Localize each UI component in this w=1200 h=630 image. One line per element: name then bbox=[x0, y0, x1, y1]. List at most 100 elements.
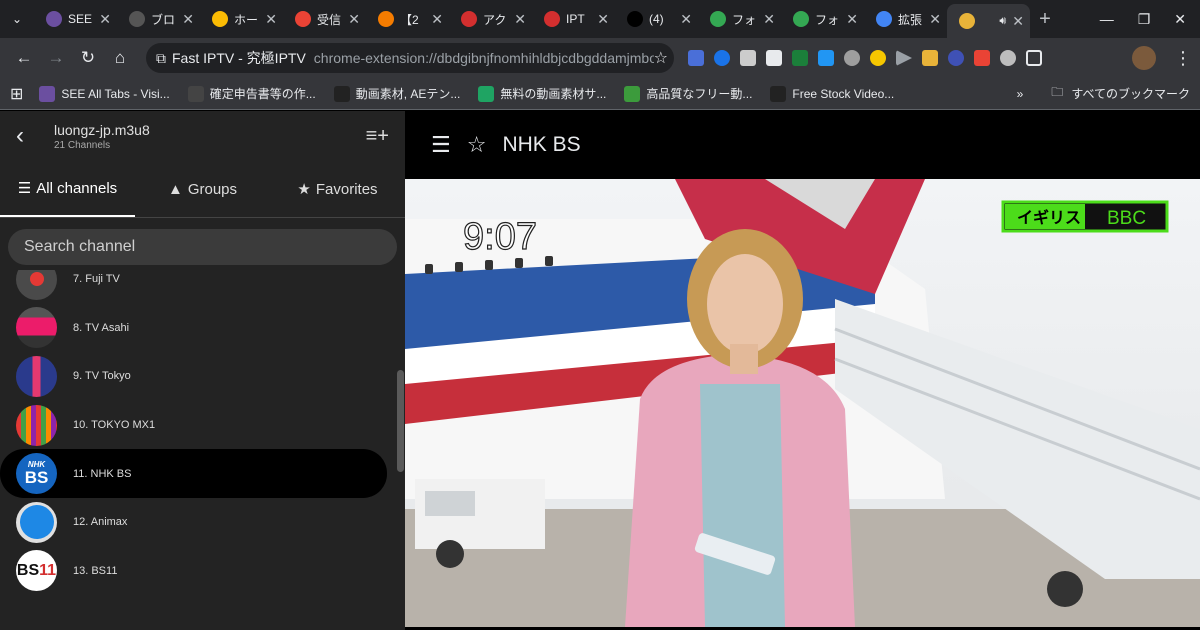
tab-all-channels[interactable]: ☰ All channels bbox=[0, 161, 135, 217]
hamburger-menu-icon[interactable]: ☰ bbox=[431, 132, 451, 158]
close-tab-icon[interactable]: ✕ bbox=[431, 11, 443, 28]
video-frame[interactable]: 9:07 イギリス BBC bbox=[405, 179, 1200, 627]
home-icon[interactable]: ⌂ bbox=[104, 48, 136, 68]
iptv-icon bbox=[959, 13, 975, 29]
channel-item[interactable]: 12. Animax bbox=[0, 498, 395, 547]
page-extension-icon[interactable] bbox=[766, 50, 782, 66]
tab-title: フォ bbox=[732, 12, 757, 27]
close-tab-icon[interactable]: ✕ bbox=[763, 11, 775, 28]
grid-extension-icon[interactable] bbox=[792, 50, 808, 66]
tokyo-mx-logo bbox=[16, 404, 57, 446]
speaker-icon[interactable]: 🔊︎ bbox=[999, 15, 1006, 28]
channel-list-scrollbar[interactable] bbox=[397, 370, 404, 472]
site-name: Fast IPTV - 究極IPTV bbox=[172, 50, 306, 66]
edit-extension-icon[interactable] bbox=[818, 50, 834, 66]
eyedropper-extension-icon[interactable] bbox=[740, 50, 756, 66]
earth-extension-icon[interactable] bbox=[948, 50, 964, 66]
browser-tab[interactable]: フォ ✕ bbox=[781, 4, 864, 34]
close-tab-icon[interactable]: ✕ bbox=[348, 11, 360, 28]
tab-title: 拡張 bbox=[898, 12, 923, 27]
tv-extension-icon[interactable] bbox=[922, 50, 938, 66]
close-tab-icon[interactable]: ✕ bbox=[680, 11, 692, 28]
close-tab-icon[interactable]: ✕ bbox=[597, 11, 609, 28]
bookmark-star-icon[interactable]: ☆ bbox=[654, 48, 668, 68]
channel-item[interactable]: 10. TOKYO MX1 bbox=[0, 401, 395, 450]
browser-tab[interactable]: 【2 ✕ bbox=[366, 4, 449, 34]
browser-tab[interactable]: フォ ✕ bbox=[698, 4, 781, 34]
vis-icon bbox=[46, 11, 62, 27]
close-tab-icon[interactable]: ✕ bbox=[846, 11, 858, 28]
forward-icon[interactable]: → bbox=[40, 48, 72, 68]
channel-name: 10. TOKYO MX1 bbox=[73, 419, 156, 432]
channel-title: NHK BS bbox=[502, 133, 581, 156]
tv-tokyo-logo bbox=[16, 355, 57, 397]
bookmark-item[interactable]: 高品質なフリー動... bbox=[624, 85, 752, 102]
browser-tab[interactable]: (4) ✕ bbox=[615, 4, 698, 34]
playlist-name: luongz-jp.m3u8 bbox=[54, 121, 150, 138]
reload-icon[interactable]: ↻ bbox=[72, 48, 104, 68]
playlist-info: luongz-jp.m3u8 21 Channels bbox=[54, 122, 150, 151]
shield-extension-icon[interactable] bbox=[974, 50, 990, 66]
browser-tab[interactable]: IPT ✕ bbox=[532, 4, 615, 34]
browser-tab[interactable]: アク ✕ bbox=[449, 4, 532, 34]
channel-name: 9. TV Tokyo bbox=[73, 370, 131, 383]
download-extension-icon[interactable] bbox=[1000, 50, 1016, 66]
puzzle-extensions-icon[interactable] bbox=[1026, 50, 1042, 66]
back-arrow-icon[interactable]: ‹ bbox=[16, 122, 54, 150]
favorite-star-icon[interactable]: ☆ bbox=[467, 132, 487, 158]
channel-name: 8. TV Asahi bbox=[73, 321, 130, 334]
translate-extension-icon[interactable] bbox=[688, 50, 704, 66]
channel-item[interactable]: 8. TV Asahi bbox=[0, 304, 395, 353]
browser-tab[interactable]: 🔊︎ ✕ bbox=[947, 4, 1030, 38]
back-icon[interactable]: ← bbox=[8, 48, 40, 68]
bookmark-item[interactable]: 動画素材, AEテン... bbox=[333, 85, 460, 102]
channel-item[interactable]: 9. TV Tokyo bbox=[0, 352, 395, 401]
browser-tab[interactable]: 受信 ✕ bbox=[283, 4, 366, 34]
profile-avatar[interactable] bbox=[1132, 46, 1156, 70]
tab-title: アク bbox=[483, 12, 507, 27]
bookmark-item[interactable]: 無料の動画素材サ... bbox=[478, 85, 606, 102]
channel-item[interactable]: 7. Fuji TV bbox=[0, 270, 395, 304]
logo-text-large: BS bbox=[24, 468, 49, 488]
close-tab-icon[interactable]: ✕ bbox=[265, 11, 277, 28]
channel-item[interactable]: BS 11 13. BS11 bbox=[0, 547, 395, 596]
browser-tab[interactable]: ホー ✕ bbox=[200, 4, 283, 34]
bs11-logo: BS 11 bbox=[16, 550, 57, 592]
globe-extension-icon[interactable] bbox=[844, 50, 860, 66]
blogger-icon bbox=[378, 11, 394, 27]
tab-favorites[interactable]: ★ Favorites bbox=[270, 161, 405, 217]
more-bookmarks-icon[interactable]: » bbox=[1017, 87, 1024, 101]
stock-icon bbox=[770, 85, 787, 102]
channel-item-selected[interactable]: NHK BS 11. NHK BS bbox=[0, 449, 387, 498]
more-menu-icon[interactable]: ⋮ bbox=[1174, 48, 1192, 69]
play-extension-icon[interactable] bbox=[896, 50, 912, 66]
tab-search-icon[interactable]: ⌄ bbox=[0, 12, 34, 26]
close-tab-icon[interactable]: ✕ bbox=[1012, 13, 1024, 30]
minimize-icon[interactable]: — bbox=[1100, 11, 1114, 28]
aftereffects-icon bbox=[333, 85, 350, 102]
pacman-extension-icon[interactable] bbox=[870, 50, 886, 66]
close-tab-icon[interactable]: ✕ bbox=[929, 11, 941, 28]
tab-title: (4) bbox=[649, 12, 664, 26]
close-window-icon[interactable]: ✕ bbox=[1174, 11, 1186, 28]
all-bookmarks-button[interactable]: » 🗀 すべてのブックマーク bbox=[1017, 83, 1190, 104]
bookmark-item[interactable]: Free Stock Video... bbox=[770, 85, 894, 102]
apps-grid-icon[interactable]: ⊞ bbox=[10, 84, 23, 104]
close-tab-icon[interactable]: ✕ bbox=[99, 11, 111, 28]
audio-extension-icon[interactable] bbox=[714, 50, 730, 66]
tab-groups[interactable]: ▲ Groups bbox=[135, 161, 270, 217]
bookmark-item[interactable]: 確定申告書等の作... bbox=[187, 85, 316, 102]
add-playlist-icon[interactable]: ≡+ bbox=[366, 125, 389, 148]
opera-icon bbox=[544, 11, 560, 27]
close-tab-icon[interactable]: ✕ bbox=[182, 11, 194, 28]
tab-label: Groups bbox=[187, 180, 238, 198]
close-tab-icon[interactable]: ✕ bbox=[514, 11, 526, 28]
bookmark-item[interactable]: SEE All Tabs - Visi... bbox=[39, 85, 170, 102]
restore-icon[interactable]: ❐ bbox=[1138, 11, 1151, 28]
browser-tab[interactable]: ブロ ✕ bbox=[117, 4, 200, 34]
new-tab-button[interactable]: + bbox=[1030, 8, 1060, 31]
address-bar[interactable]: ⧉ Fast IPTV - 究極IPTV chrome-extension://… bbox=[146, 43, 674, 73]
browser-tab[interactable]: SEE ✕ bbox=[34, 4, 117, 34]
search-input[interactable] bbox=[24, 238, 397, 256]
browser-tab[interactable]: 拡張 ✕ bbox=[864, 4, 947, 34]
